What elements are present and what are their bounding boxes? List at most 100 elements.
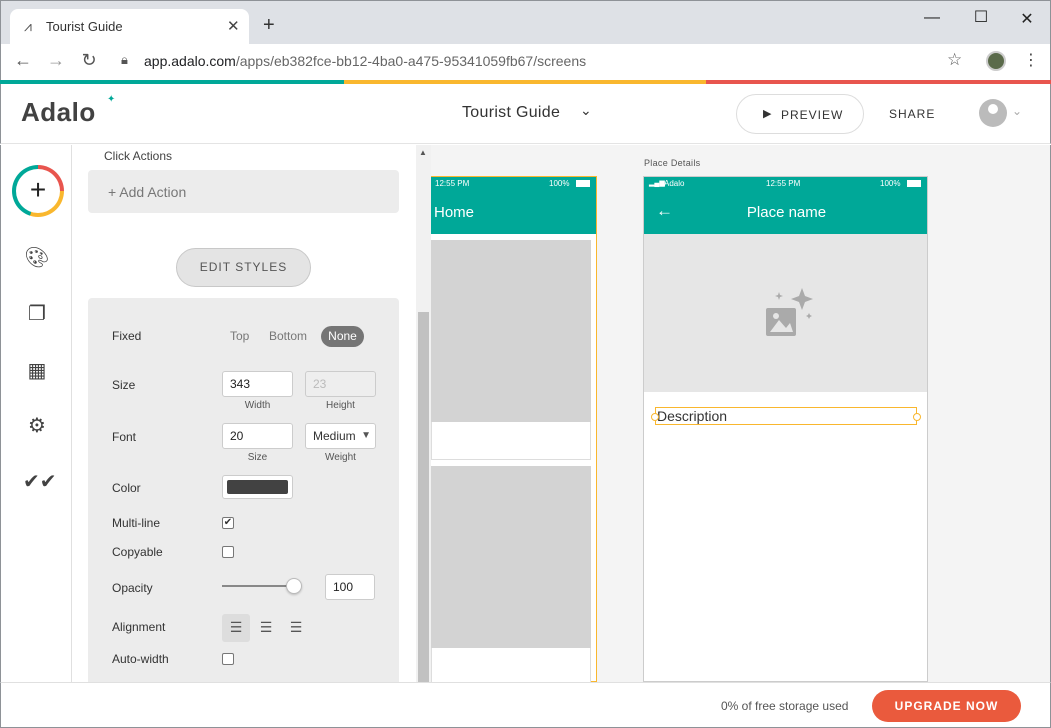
chevron-down-icon: ▼ <box>361 430 371 441</box>
close-icon[interactable]: ✕ <box>227 17 240 35</box>
width-input[interactable]: 343 <box>222 371 293 397</box>
fixed-option-none[interactable]: None <box>321 326 364 347</box>
storage-usage-text: 0% of free storage used <box>721 699 849 713</box>
opacity-slider-thumb[interactable] <box>286 578 302 594</box>
font-weight-value: Medium <box>313 429 356 443</box>
status-time: 12:55 PM <box>435 179 470 188</box>
font-size-input[interactable]: 20 <box>222 423 293 449</box>
battery-icon <box>576 180 590 187</box>
align-center-icon[interactable]: ☰ <box>252 614 280 642</box>
panel-scrollbar[interactable]: ▲ <box>416 145 431 682</box>
preview-button[interactable]: ▶ PREVIEW <box>736 94 864 134</box>
status-battery: 100% <box>549 179 570 188</box>
scroll-up-icon[interactable]: ▲ <box>419 148 427 157</box>
height-caption: Height <box>326 400 355 411</box>
left-rail: + 🎨︎ ❐ ▦ ⚙ ✔✔ <box>0 145 72 682</box>
star-icon[interactable]: ☆ <box>947 50 962 70</box>
preview-label: PREVIEW <box>781 108 844 122</box>
height-input[interactable]: 23 <box>305 371 376 397</box>
reload-icon[interactable]: ↻ <box>77 50 101 71</box>
alignment-label: Alignment <box>112 620 166 634</box>
status-carrier: Adalo <box>664 179 685 188</box>
resize-handle-left[interactable] <box>651 413 659 421</box>
user-avatar-icon[interactable] <box>979 99 1007 127</box>
multiline-label: Multi-line <box>112 516 161 530</box>
scrollbar-thumb[interactable] <box>418 312 429 682</box>
opacity-label: Opacity <box>112 581 153 595</box>
edit-styles-button[interactable]: EDIT STYLES <box>176 248 311 287</box>
chevron-down-icon[interactable]: ⌄ <box>580 102 592 119</box>
image-placeholder[interactable] <box>644 234 927 392</box>
card-body[interactable] <box>431 422 591 460</box>
app-title[interactable]: Tourist Guide <box>462 104 560 122</box>
browser-toolbar: ← → ↻ 🔒︎ app.adalo.com/apps/eb382fce-bb1… <box>0 44 1051 80</box>
screen-title: Place name <box>746 204 827 221</box>
place-details-screen[interactable]: ▂▄▆ Adalo 12:55 PM 100% ← Place name Des… <box>643 176 928 682</box>
fixed-option-bottom[interactable]: Bottom <box>269 329 307 343</box>
font-weight-select[interactable]: Medium ▼ <box>305 423 376 449</box>
chevron-down-icon[interactable]: ⌄ <box>1012 104 1022 118</box>
font-label: Font <box>112 430 137 444</box>
font-size-caption: Size <box>247 452 268 463</box>
status-time: 12:55 PM <box>766 179 801 188</box>
add-component-button[interactable]: + <box>12 165 64 217</box>
share-button[interactable]: SHARE <box>889 107 935 121</box>
screen-label[interactable]: Place Details <box>644 158 700 168</box>
image-placeholder-icon <box>766 288 813 336</box>
browser-tab[interactable]: ⩘ Tourist Guide ✕ <box>10 9 249 45</box>
home-screen[interactable]: 12:55 PM 100% Home <box>431 176 597 682</box>
adalo-logo[interactable]: Adalo <box>21 97 96 128</box>
url-path: /apps/eb382fce-bb12-4ba0-a475-95341059fb… <box>235 53 587 69</box>
screens-icon[interactable]: ❐ <box>23 300 51 328</box>
address-bar[interactable]: app.adalo.com/apps/eb382fce-bb12-4ba0-a4… <box>144 53 586 69</box>
font-weight-caption: Weight <box>325 452 356 463</box>
resize-handle-right[interactable] <box>913 413 921 421</box>
screen-title: Home <box>434 204 475 221</box>
tab-title: Tourist Guide <box>46 19 123 34</box>
fixed-label: Fixed <box>112 329 142 343</box>
color-swatch <box>227 480 288 494</box>
size-label: Size <box>112 378 136 392</box>
arrow-left-icon[interactable]: ← <box>11 50 35 71</box>
settings-icon[interactable]: ⚙ <box>23 412 51 440</box>
profile-avatar[interactable] <box>986 51 1006 71</box>
card-body[interactable] <box>431 648 591 682</box>
minimize-icon[interactable]: — <box>922 9 942 27</box>
publish-check-icon[interactable]: ✔✔ <box>23 468 57 496</box>
fixed-option-top[interactable]: Top <box>230 329 249 343</box>
sparkle-icon: ✦ <box>107 94 116 105</box>
kebab-icon[interactable]: ⋮ <box>1023 50 1039 70</box>
maximize-icon[interactable]: ☐ <box>971 7 991 27</box>
status-bar: ▂▄▆ Adalo 12:55 PM 100% <box>644 177 927 191</box>
opacity-slider-track[interactable] <box>222 585 295 587</box>
card-image[interactable] <box>431 240 591 422</box>
upgrade-now-button[interactable]: UPGRADE NOW <box>872 690 1021 722</box>
add-action-label: + Add Action <box>108 184 187 200</box>
align-right-icon[interactable]: ☰ <box>282 614 310 642</box>
style-settings: Fixed Top Bottom None Size 343 Width 23 … <box>88 298 399 682</box>
database-icon[interactable]: ▦ <box>23 357 51 385</box>
app-bar: Home <box>431 191 596 234</box>
auto-width-checkbox[interactable] <box>222 653 234 665</box>
color-picker[interactable] <box>222 475 293 499</box>
signal-icon: ▂▄▆ <box>649 180 665 187</box>
card-image[interactable] <box>431 466 591 648</box>
multiline-checkbox[interactable]: ✔ <box>222 517 234 529</box>
add-action-button[interactable]: + Add Action <box>88 170 399 213</box>
url-host: app.adalo.com <box>144 53 236 69</box>
status-bar: 12:55 PM 100% <box>431 177 596 191</box>
copyable-checkbox[interactable] <box>222 546 234 558</box>
palette-icon[interactable]: 🎨︎ <box>23 244 51 272</box>
play-icon: ▶ <box>763 108 772 120</box>
plus-icon[interactable]: + <box>263 15 275 35</box>
description-text-selected[interactable]: Description <box>651 407 921 425</box>
battery-icon <box>907 180 921 187</box>
arrow-right-icon[interactable]: → <box>44 50 68 71</box>
click-actions-label: Click Actions <box>104 149 173 163</box>
align-left-icon[interactable]: ☰ <box>222 614 250 642</box>
screens-canvas[interactable]: 12:55 PM 100% Home Place Details ▂▄▆ Ada… <box>431 145 1051 682</box>
copyable-label: Copyable <box>112 545 163 559</box>
width-caption: Width <box>244 400 271 411</box>
opacity-input[interactable]: 100 <box>325 574 375 600</box>
window-close-icon[interactable]: ✕ <box>1017 9 1037 29</box>
